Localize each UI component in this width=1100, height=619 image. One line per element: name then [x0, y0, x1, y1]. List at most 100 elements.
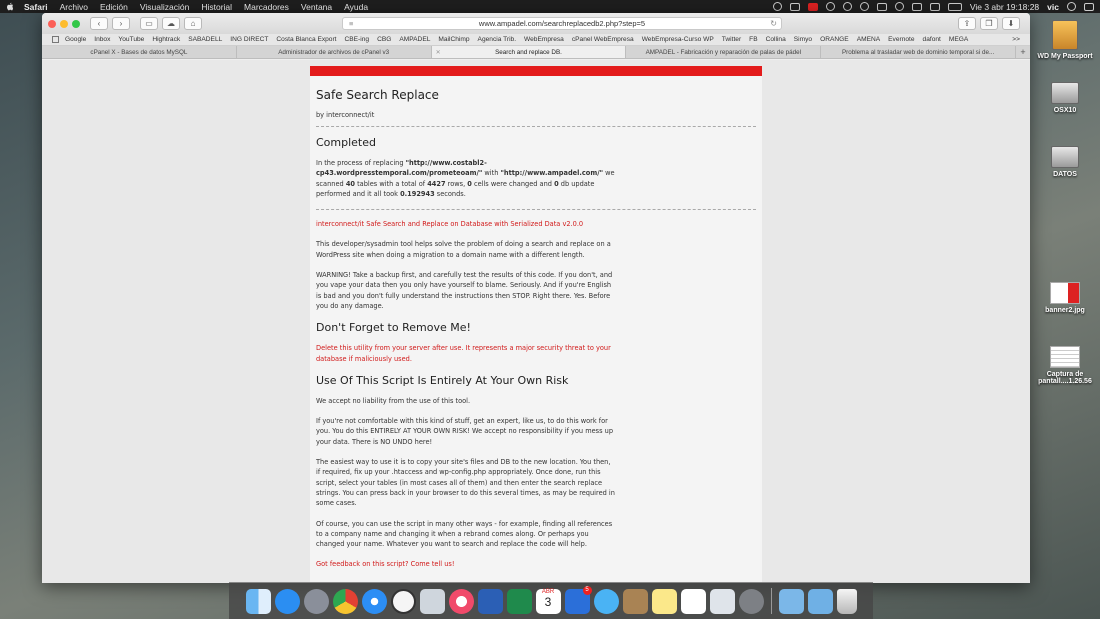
bookmark-fb[interactable]: FB	[749, 36, 757, 43]
bookmark-dafont[interactable]: dafont	[923, 36, 941, 43]
bookmark-google[interactable]: Google	[65, 36, 86, 43]
bookmark-ing-direct[interactable]: ING DIRECT	[230, 36, 268, 43]
back-button[interactable]: ‹	[90, 17, 108, 30]
bookmark-youtube[interactable]: YouTube	[118, 36, 144, 43]
word-icon[interactable]	[477, 588, 503, 614]
evernote-icon[interactable]	[789, 2, 800, 11]
menubar-user[interactable]: vic	[1047, 2, 1059, 12]
tab-overview-button[interactable]: ❐	[980, 17, 998, 30]
bookmark-agencia-trib[interactable]: Agencia Trib.	[478, 36, 516, 43]
menu-app-safari[interactable]: Safari	[24, 2, 48, 12]
bookmark-cpanel-webempresa[interactable]: cPanel WebEmpresa	[572, 36, 634, 43]
applications-folder-icon[interactable]	[778, 588, 804, 614]
bookmark-twitter[interactable]: Twitter	[722, 36, 741, 43]
menubar-clock[interactable]: Vie 3 abr 19:18:28	[970, 2, 1039, 12]
notification-center-icon[interactable]	[1084, 2, 1094, 11]
tool-name-link[interactable]: interconnect/it Safe Search and Replace …	[316, 219, 756, 229]
bookmark-amena[interactable]: AMENA	[857, 36, 880, 43]
icloud-tabs-button[interactable]: ☁	[162, 17, 180, 30]
sync-icon[interactable]	[825, 2, 835, 11]
bookmark-simyo[interactable]: Simyo	[794, 36, 812, 43]
airplay-icon[interactable]	[876, 2, 887, 11]
battery-icon[interactable]	[947, 2, 962, 11]
bookmark-cbg[interactable]: CBG	[377, 36, 391, 43]
finder-icon[interactable]	[245, 588, 271, 614]
bookmark-ampadel[interactable]: AMPADEL	[399, 36, 430, 43]
bookmark-collina[interactable]: Collina	[766, 36, 786, 43]
tab-domain-problem[interactable]: Problema al trasladar web de dominio tem…	[821, 46, 1016, 58]
bookmark-orange[interactable]: ORANGE	[820, 36, 849, 43]
reminders-icon[interactable]	[680, 588, 706, 614]
tab-ampadel[interactable]: AMPADEL - Fabricación y reparación de pa…	[626, 46, 822, 58]
app-store-icon[interactable]	[274, 588, 300, 614]
chrome-icon[interactable]	[332, 588, 358, 614]
bookmark-costa-blanca-export[interactable]: Costa Blanca Export	[276, 36, 336, 43]
menu-marcadores[interactable]: Marcadores	[244, 2, 289, 12]
tab-cpanel-mysql[interactable]: cPanel X - Bases de datos MySQL	[42, 46, 237, 58]
desktop-item-banner2[interactable]: banner2.jpg	[1030, 282, 1100, 314]
spotlight-icon[interactable]	[1067, 2, 1076, 11]
downloads-folder-icon[interactable]	[807, 588, 833, 614]
bookmark-sabadell[interactable]: SABADELL	[188, 36, 222, 43]
safari-icon[interactable]	[361, 588, 387, 614]
bookmark-webempresa-curso[interactable]: WebEmpresa-Curso WP	[642, 36, 714, 43]
address-bar[interactable]: ≡ www.ampadel.com/searchreplacedb2.php?s…	[342, 17, 782, 30]
apple-icon[interactable]	[6, 2, 14, 11]
bookmark-mailchimp[interactable]: MailChimp	[438, 36, 469, 43]
sidebar-button[interactable]: ▭	[140, 17, 158, 30]
desktop-item-datos[interactable]: DATOS	[1030, 146, 1100, 178]
zoom-window-button[interactable]	[72, 19, 80, 28]
preferences-icon[interactable]	[738, 588, 764, 614]
dropbox-icon[interactable]	[772, 2, 782, 11]
onepassword-icon[interactable]	[859, 2, 869, 11]
bookmark-mega[interactable]: MEGA	[949, 36, 968, 43]
menu-ayuda[interactable]: Ayuda	[344, 2, 368, 12]
bluetooth-icon[interactable]	[894, 2, 904, 11]
bookmarks-overflow-button[interactable]: >>	[1012, 36, 1020, 43]
timemachine-icon[interactable]	[842, 2, 852, 11]
volume-icon[interactable]	[929, 2, 940, 11]
wunderlist-icon[interactable]: 5	[564, 585, 592, 614]
forward-button[interactable]: ›	[112, 17, 130, 30]
excel-icon[interactable]	[506, 588, 532, 614]
feedback-link[interactable]: Got feedback on this script? Come tell u…	[316, 559, 616, 569]
risk-heading: Use Of This Script Is Entirely At Your O…	[316, 373, 569, 387]
bookmark-inbox[interactable]: Inbox	[94, 36, 110, 43]
close-window-button[interactable]	[48, 19, 56, 28]
desktop-item-osx10[interactable]: OSX10	[1030, 82, 1100, 114]
tab-file-manager[interactable]: Administrador de archivos de cPanel v3	[237, 46, 432, 58]
photos-icon[interactable]	[709, 588, 735, 614]
menu-visualizacion[interactable]: Visualización	[140, 2, 189, 12]
menu-archivo[interactable]: Archivo	[60, 2, 88, 12]
bookmark-hightrack[interactable]: Hightrack	[152, 36, 180, 43]
trash-icon[interactable]	[836, 588, 857, 614]
reload-icon[interactable]: ↻	[770, 19, 777, 28]
new-tab-button[interactable]: +	[1016, 46, 1030, 58]
menu-ventana[interactable]: Ventana	[301, 2, 332, 12]
bookmark-evernote[interactable]: Evernote	[888, 36, 914, 43]
desktop-item-wd-passport[interactable]: WD My Passport	[1030, 20, 1100, 60]
downloads-button[interactable]: ⬇	[1002, 17, 1020, 30]
notes-icon[interactable]	[622, 588, 648, 614]
messages-icon[interactable]	[593, 588, 619, 614]
itunes-icon[interactable]	[448, 588, 474, 614]
share-button[interactable]: ⇪	[958, 17, 976, 30]
fantastical-icon[interactable]	[807, 2, 818, 11]
menu-historial[interactable]: Historial	[201, 2, 232, 12]
close-tab-icon[interactable]: ✕	[436, 49, 441, 56]
wifi-icon[interactable]	[911, 2, 922, 11]
stickies-icon[interactable]	[651, 588, 677, 614]
preview-icon[interactable]	[419, 588, 445, 614]
home-button[interactable]: ⌂	[184, 17, 202, 30]
minimize-window-button[interactable]	[60, 19, 68, 28]
tab-search-replace[interactable]: ✕ Search and replace DB.	[431, 46, 627, 58]
clock-icon[interactable]	[390, 588, 416, 614]
top-sites-icon[interactable]	[52, 36, 59, 43]
bookmark-webempresa[interactable]: WebEmpresa	[524, 36, 564, 43]
reader-view-icon[interactable]: ≡	[349, 19, 353, 28]
desktop-item-screenshot[interactable]: Captura de pantall....1.26.56	[1030, 346, 1100, 385]
menu-edicion[interactable]: Edición	[100, 2, 128, 12]
bookmark-cbe-ing[interactable]: CBE-ing	[345, 36, 370, 43]
calendar-icon[interactable]: ABR 3	[535, 588, 561, 614]
launchpad-icon[interactable]	[303, 588, 329, 614]
